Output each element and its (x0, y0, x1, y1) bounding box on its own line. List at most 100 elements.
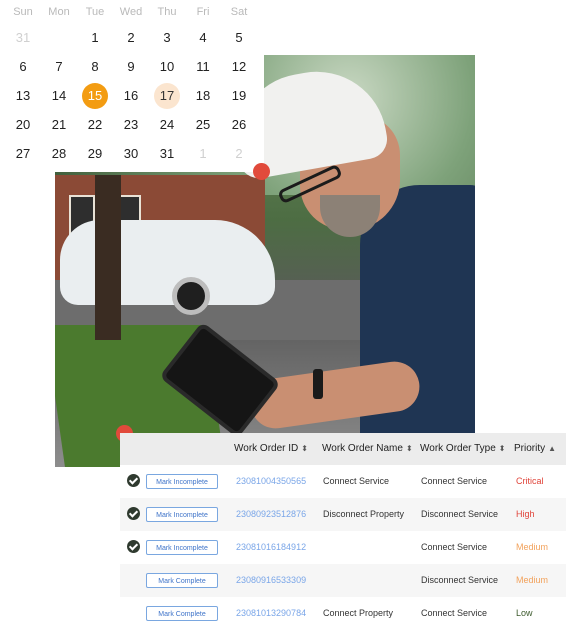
calendar-day-today[interactable]: 15 (78, 82, 112, 110)
calendar-day[interactable]: 3 (150, 24, 184, 52)
calendar-day-number: 16 (123, 88, 139, 103)
calendar-day-number: 15 (82, 83, 108, 109)
table-row[interactable]: Mark Incomplete 23081016184912 Connect Ser… (120, 531, 566, 564)
mark-incomplete-button[interactable]: Mark Incomplete (146, 474, 218, 489)
table-row[interactable]: Mark Incomplete 23080923512876 Disconnect … (120, 498, 566, 531)
calendar-day[interactable]: 11 (186, 53, 220, 81)
calendar-day-number: 19 (231, 88, 247, 103)
mark-incomplete-button[interactable]: Mark Incomplete (146, 507, 218, 522)
calendar-day-number: 18 (195, 88, 211, 103)
work-order-type-cell: Connect Service (421, 608, 488, 618)
calendar-day[interactable] (42, 24, 76, 52)
work-order-type-cell: Connect Service (421, 476, 488, 486)
calendar-day-number: 9 (127, 59, 135, 74)
calendar-day[interactable]: 12 (222, 53, 256, 81)
calendar-day[interactable]: 24 (150, 111, 184, 139)
calendar-day-number: 13 (15, 88, 31, 103)
calendar-day[interactable]: 1 (186, 140, 220, 168)
calendar-day[interactable]: 7 (42, 53, 76, 81)
calendar-day-number: 28 (51, 146, 67, 161)
calendar-day[interactable]: 2 (114, 24, 148, 52)
work-order-id-link[interactable]: 23081013290784 (236, 597, 306, 630)
work-order-id-link[interactable]: 23081016184912 (236, 531, 306, 564)
calendar-day[interactable]: 13 (6, 82, 40, 110)
calendar-week-row: 20 21 22 23 24 25 26 (0, 111, 264, 139)
work-order-type-cell: Disconnect Service (421, 509, 499, 519)
table-row[interactable]: Mark Complete 23081013290784 Connect Prope… (120, 597, 566, 630)
calendar-day[interactable]: 2 (222, 140, 256, 168)
calendar-day-number: 5 (235, 30, 243, 45)
calendar-week-row: 13 14 15 16 17 18 19 (0, 82, 264, 110)
calendar-day[interactable]: 8 (78, 53, 112, 81)
work-order-name-cell: Connect Property (323, 608, 394, 618)
calendar-day[interactable]: 31 (6, 24, 40, 52)
table-row[interactable]: Mark Incomplete 23081004350565 Connect Ser… (120, 465, 566, 498)
calendar-day[interactable]: 19 (222, 82, 256, 110)
column-header-name[interactable]: Work Order Name ⬍ (322, 433, 413, 465)
priority-cell: Critical (516, 476, 544, 486)
calendar-day[interactable]: 28 (42, 140, 76, 168)
work-order-id-link[interactable]: 23081004350565 (236, 465, 306, 498)
calendar-day-number: 25 (195, 117, 211, 132)
calendar-day[interactable]: 6 (6, 53, 40, 81)
calendar-day[interactable]: 20 (6, 111, 40, 139)
calendar-day[interactable]: 27 (6, 140, 40, 168)
calendar-day-number: 31 (159, 146, 175, 161)
column-header-priority[interactable]: Priority ▲ (514, 433, 556, 465)
calendar-day[interactable]: 31 (150, 140, 184, 168)
calendar-day-number: 26 (231, 117, 247, 132)
calendar-day-number: 7 (55, 59, 63, 74)
calendar-day[interactable]: 14 (42, 82, 76, 110)
calendar-day[interactable]: 10 (150, 53, 184, 81)
calendar-day-number: 14 (51, 88, 67, 103)
calendar-day-number: 1 (91, 30, 99, 45)
calendar-day[interactable]: 26 (222, 111, 256, 139)
calendar-day[interactable]: 9 (114, 53, 148, 81)
calendar-day[interactable]: 21 (42, 111, 76, 139)
check-circle-icon (127, 540, 140, 553)
calendar-day[interactable]: 30 (114, 140, 148, 168)
calendar-day-number: 24 (159, 117, 175, 132)
calendar-week-row: 27 28 29 30 31 1 2 (0, 140, 264, 168)
calendar-day[interactable]: 22 (78, 111, 112, 139)
sort-icon: ⬍ (405, 444, 413, 453)
column-header-label: Priority (514, 443, 546, 454)
calendar-day-number: 2 (127, 30, 135, 45)
mark-incomplete-button[interactable]: Mark Incomplete (146, 540, 218, 555)
calendar-day[interactable]: 5 (222, 24, 256, 52)
calendar-day-number: 3 (163, 30, 171, 45)
check-circle-icon (127, 474, 140, 487)
calendar-day-number: 8 (91, 59, 99, 74)
mark-complete-button[interactable]: Mark Complete (146, 573, 218, 588)
work-order-id-link[interactable]: 23080916533309 (236, 564, 306, 597)
calendar-day-number: 6 (19, 59, 27, 74)
column-header-id[interactable]: Work Order ID ⬍ (234, 433, 308, 465)
column-header-type[interactable]: Work Order Type ⬍ (420, 433, 505, 465)
work-order-table: Work Order ID ⬍ Work Order Name ⬍ Work Ord… (120, 433, 566, 628)
calendar-day[interactable]: 4 (186, 24, 220, 52)
calendar-week-row: 6 7 8 9 10 11 12 (0, 53, 264, 81)
calendar-day-number: 29 (87, 146, 103, 161)
calendar-day-number: 31 (15, 30, 31, 45)
calendar-day[interactable]: 16 (114, 82, 148, 110)
work-order-type-cell: Connect Service (421, 542, 488, 552)
calendar-day-number: 4 (199, 30, 207, 45)
table-row[interactable]: Mark Complete 23080916533309 Disconnect Se… (120, 564, 566, 597)
sort-ascending-icon: ▲ (548, 444, 557, 453)
calendar-day-number: 30 (123, 146, 139, 161)
calendar-day[interactable]: 18 (186, 82, 220, 110)
calendar-day[interactable]: 1 (78, 24, 112, 52)
calendar-day-selected[interactable]: 17 (150, 82, 184, 110)
calendar-day[interactable]: 29 (78, 140, 112, 168)
calendar-day-number: 22 (87, 117, 103, 132)
calendar-day-number: 23 (123, 117, 139, 132)
calendar-day[interactable]: 23 (114, 111, 148, 139)
calendar-day-number: 2 (235, 146, 243, 161)
calendar-day[interactable]: 25 (186, 111, 220, 139)
mark-complete-button[interactable]: Mark Complete (146, 606, 218, 621)
column-header-label: Work Order Type (420, 443, 496, 454)
sort-icon: ⬍ (498, 444, 506, 453)
work-order-id-link[interactable]: 23080923512876 (236, 498, 306, 531)
calendar-week-row: 31 1 2 3 4 5 (0, 24, 264, 52)
priority-cell: Medium (516, 542, 549, 552)
